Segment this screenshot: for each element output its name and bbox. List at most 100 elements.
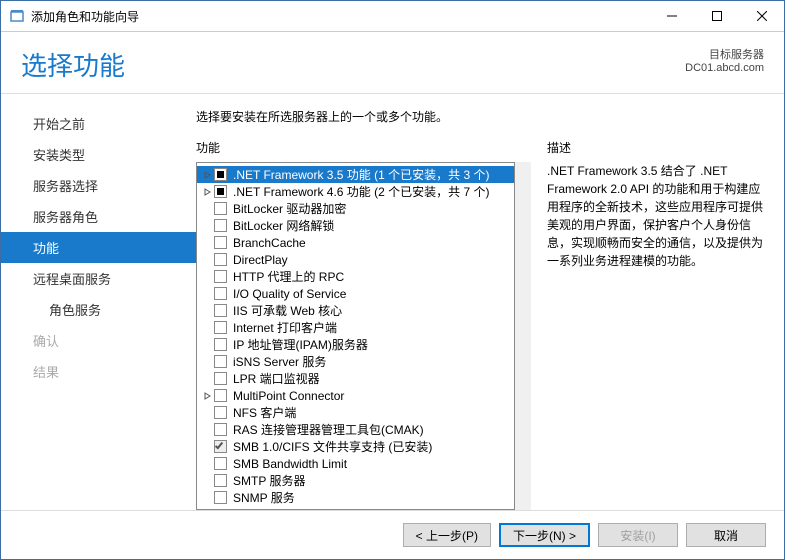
previous-button[interactable]: < 上一步(P) bbox=[403, 523, 491, 547]
feature-row[interactable]: NFS 客户端 bbox=[197, 404, 514, 421]
expand-icon bbox=[203, 493, 212, 503]
sidebar-item-server-selection[interactable]: 服务器选择 bbox=[1, 170, 196, 201]
feature-row[interactable]: MultiPoint Connector bbox=[197, 387, 514, 404]
expand-icon[interactable] bbox=[203, 391, 212, 401]
feature-row[interactable]: IIS 可承载 Web 核心 bbox=[197, 302, 514, 319]
feature-checkbox[interactable] bbox=[214, 168, 227, 181]
maximize-button[interactable] bbox=[694, 2, 739, 30]
description-text: .NET Framework 3.5 结合了 .NET Framework 2.… bbox=[547, 162, 766, 270]
feature-row[interactable]: SMTP 服务器 bbox=[197, 472, 514, 489]
feature-row[interactable]: .NET Framework 4.6 功能 (2 个已安装，共 7 个) bbox=[197, 183, 514, 200]
feature-checkbox[interactable] bbox=[214, 372, 227, 385]
expand-icon bbox=[203, 459, 212, 469]
description-column: 描述 .NET Framework 3.5 结合了 .NET Framework… bbox=[547, 139, 766, 510]
expand-icon[interactable] bbox=[203, 187, 212, 197]
feature-checkbox[interactable] bbox=[214, 236, 227, 249]
cancel-button[interactable]: 取消 bbox=[686, 523, 766, 547]
feature-label: IP 地址管理(IPAM)服务器 bbox=[233, 336, 368, 353]
feature-checkbox[interactable] bbox=[214, 253, 227, 266]
expand-icon bbox=[203, 476, 212, 486]
feature-row[interactable]: BitLocker 驱动器加密 bbox=[197, 200, 514, 217]
expand-icon[interactable] bbox=[203, 170, 212, 180]
feature-checkbox[interactable] bbox=[214, 287, 227, 300]
feature-checkbox[interactable] bbox=[214, 304, 227, 317]
feature-label: NFS 客户端 bbox=[233, 404, 296, 421]
feature-label: DirectPlay bbox=[233, 253, 288, 267]
feature-checkbox[interactable] bbox=[214, 406, 227, 419]
expand-icon bbox=[203, 340, 212, 350]
feature-row[interactable]: RAS 连接管理器管理工具包(CMAK) bbox=[197, 421, 514, 438]
expand-icon bbox=[203, 204, 212, 214]
feature-row[interactable]: SNMP 服务 bbox=[197, 489, 514, 506]
feature-label: BranchCache bbox=[233, 236, 306, 250]
expand-icon bbox=[203, 425, 212, 435]
minimize-button[interactable] bbox=[649, 2, 694, 30]
sidebar-item-results: 结果 bbox=[1, 356, 196, 387]
target-label: 目标服务器 bbox=[685, 46, 764, 62]
feature-row[interactable]: DirectPlay bbox=[197, 251, 514, 268]
feature-checkbox[interactable] bbox=[214, 321, 227, 334]
feature-checkbox[interactable] bbox=[214, 202, 227, 215]
feature-label: MultiPoint Connector bbox=[233, 389, 344, 403]
feature-checkbox[interactable] bbox=[214, 457, 227, 470]
feature-checkbox[interactable] bbox=[214, 440, 227, 453]
features-listbox[interactable]: .NET Framework 3.5 功能 (1 个已安装，共 3 个).NET… bbox=[196, 162, 515, 510]
feature-checkbox[interactable] bbox=[214, 338, 227, 351]
feature-checkbox[interactable] bbox=[214, 185, 227, 198]
feature-row[interactable]: HTTP 代理上的 RPC bbox=[197, 268, 514, 285]
feature-label: iSNS Server 服务 bbox=[233, 353, 326, 370]
sidebar-item-before-you-begin[interactable]: 开始之前 bbox=[1, 108, 196, 139]
feature-label: Internet 打印客户端 bbox=[233, 319, 337, 336]
feature-checkbox[interactable] bbox=[214, 270, 227, 283]
feature-checkbox[interactable] bbox=[214, 389, 227, 402]
feature-row[interactable]: SMB 1.0/CIFS 文件共享支持 (已安装) bbox=[197, 438, 514, 455]
feature-label: SNMP 服务 bbox=[233, 489, 295, 506]
target-server-info: 目标服务器 DC01.abcd.com bbox=[685, 46, 764, 83]
feature-row[interactable]: Internet 打印客户端 bbox=[197, 319, 514, 336]
feature-checkbox[interactable] bbox=[214, 219, 227, 232]
feature-label: HTTP 代理上的 RPC bbox=[233, 268, 344, 285]
scrollbar[interactable] bbox=[515, 162, 531, 510]
sidebar-item-role-services[interactable]: 角色服务 bbox=[1, 294, 196, 325]
expand-icon bbox=[203, 442, 212, 452]
expand-icon bbox=[203, 357, 212, 367]
main-panel: 选择要安装在所选服务器上的一个或多个功能。 功能 .NET Framework … bbox=[196, 94, 784, 510]
feature-label: BitLocker 网络解锁 bbox=[233, 217, 334, 234]
feature-label: SMTP 服务器 bbox=[233, 472, 305, 489]
features-column: 功能 .NET Framework 3.5 功能 (1 个已安装，共 3 个).… bbox=[196, 139, 531, 510]
feature-row[interactable]: iSNS Server 服务 bbox=[197, 353, 514, 370]
sidebar-item-features[interactable]: 功能 bbox=[1, 232, 196, 263]
feature-row[interactable]: BitLocker 网络解锁 bbox=[197, 217, 514, 234]
next-button[interactable]: 下一步(N) > bbox=[499, 523, 590, 547]
feature-label: BitLocker 驱动器加密 bbox=[233, 200, 346, 217]
feature-checkbox[interactable] bbox=[214, 355, 227, 368]
sidebar-item-installation-type[interactable]: 安装类型 bbox=[1, 139, 196, 170]
features-label: 功能 bbox=[196, 139, 531, 156]
expand-icon bbox=[203, 323, 212, 333]
sidebar-item-server-roles[interactable]: 服务器角色 bbox=[1, 201, 196, 232]
expand-icon bbox=[203, 374, 212, 384]
sidebar-item-remote-desktop-services[interactable]: 远程桌面服务 bbox=[1, 263, 196, 294]
content-columns: 功能 .NET Framework 3.5 功能 (1 个已安装，共 3 个).… bbox=[196, 139, 766, 510]
feature-checkbox[interactable] bbox=[214, 491, 227, 504]
instruction-text: 选择要安装在所选服务器上的一个或多个功能。 bbox=[196, 108, 766, 125]
sidebar-item-confirmation: 确认 bbox=[1, 325, 196, 356]
feature-row[interactable]: LPR 端口监视器 bbox=[197, 370, 514, 387]
feature-row[interactable]: BranchCache bbox=[197, 234, 514, 251]
expand-icon bbox=[203, 408, 212, 418]
close-button[interactable] bbox=[739, 2, 784, 30]
feature-row[interactable]: I/O Quality of Service bbox=[197, 285, 514, 302]
expand-icon bbox=[203, 238, 212, 248]
expand-icon bbox=[203, 272, 212, 282]
feature-row[interactable]: IP 地址管理(IPAM)服务器 bbox=[197, 336, 514, 353]
header: 选择功能 目标服务器 DC01.abcd.com bbox=[1, 32, 784, 94]
wizard-window: 添加角色和功能向导 选择功能 目标服务器 DC01.abcd.com 开始之前 … bbox=[0, 0, 785, 560]
feature-row[interactable]: SMB Bandwidth Limit bbox=[197, 455, 514, 472]
feature-row[interactable]: .NET Framework 3.5 功能 (1 个已安装，共 3 个) bbox=[197, 166, 514, 183]
feature-label: .NET Framework 3.5 功能 (1 个已安装，共 3 个) bbox=[233, 166, 489, 183]
feature-checkbox[interactable] bbox=[214, 423, 227, 436]
feature-label: .NET Framework 4.6 功能 (2 个已安装，共 7 个) bbox=[233, 183, 489, 200]
window-title: 添加角色和功能向导 bbox=[31, 8, 649, 25]
feature-label: SMB 1.0/CIFS 文件共享支持 (已安装) bbox=[233, 438, 432, 455]
feature-checkbox[interactable] bbox=[214, 474, 227, 487]
